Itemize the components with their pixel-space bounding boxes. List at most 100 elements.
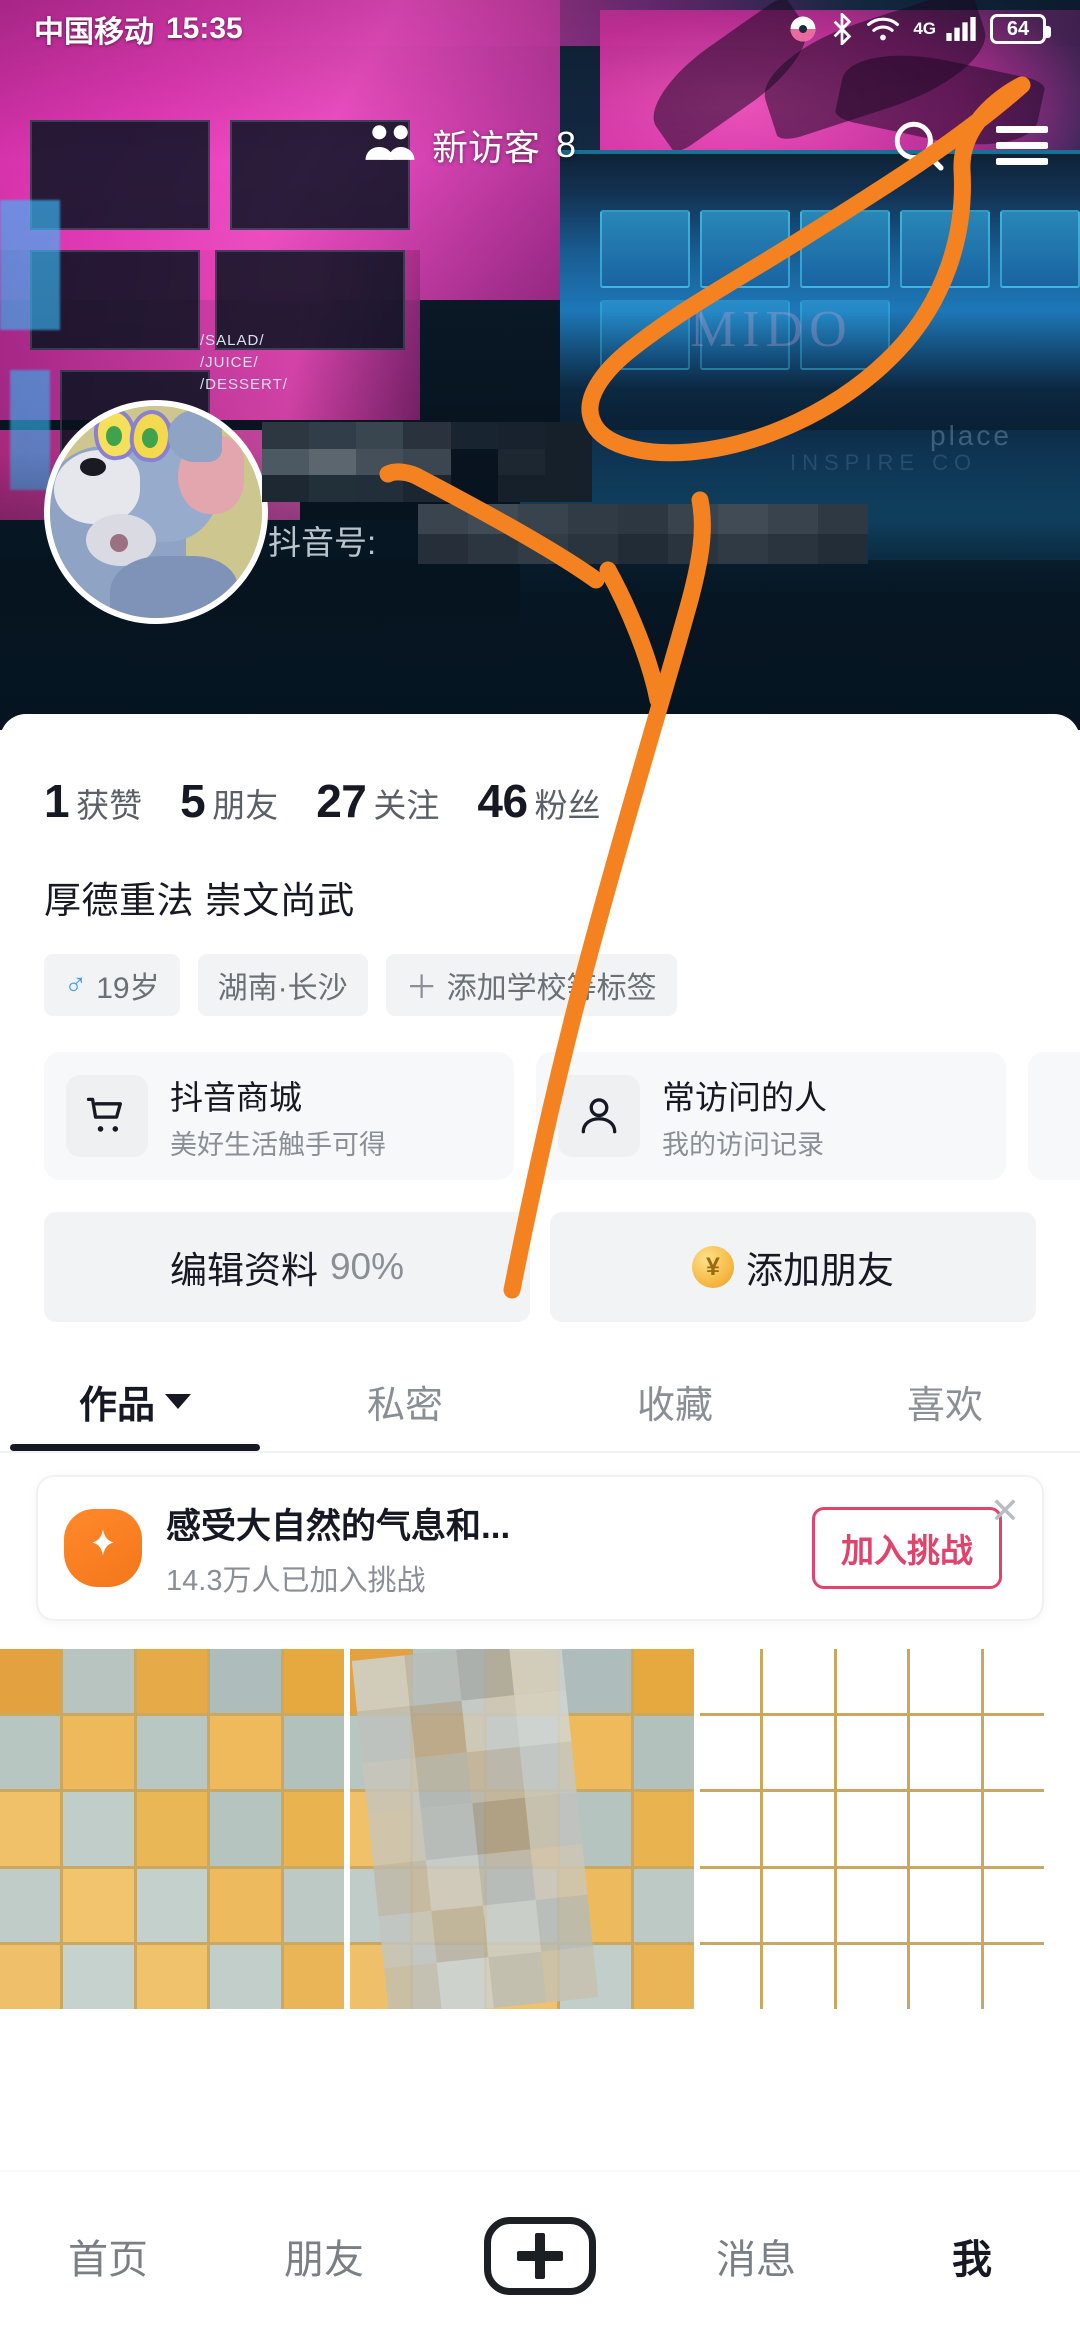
battery-level-label: 64	[1006, 17, 1030, 40]
card-subtitle: 我的访问记录	[662, 1129, 824, 1160]
profile-completion-percent: 90%	[329, 1246, 405, 1287]
sparkle-badge-icon	[64, 1509, 142, 1587]
bottom-nav-me[interactable]: 我	[864, 2227, 1080, 2285]
stat-followers[interactable]: 46 粉丝	[477, 774, 600, 828]
add-friend-button[interactable]: ¥ 添加朋友	[550, 1212, 1036, 1322]
search-icon[interactable]	[888, 115, 948, 175]
tab-label: 收藏	[636, 1385, 713, 1427]
stat-friends[interactable]: 5 朋友	[180, 774, 278, 828]
people-icon	[364, 122, 416, 169]
coin-symbol: ¥	[706, 1252, 720, 1281]
status-bar: 中国移动 15:35 4G 64	[0, 0, 1080, 58]
card-title: 常访问的人	[662, 1078, 827, 1116]
edit-profile-button[interactable]: 编辑资料 90%	[44, 1212, 530, 1322]
hamburger-menu-icon[interactable]	[992, 115, 1052, 175]
top-nav-actions	[888, 115, 1052, 175]
username-block[interactable]: 愿	[262, 422, 592, 505]
tag-label: 添加学校等标签	[446, 972, 657, 1005]
new-visitors-button[interactable]: 新访客 8	[184, 119, 576, 171]
join-challenge-button[interactable]: 加入挑战	[812, 1507, 1002, 1589]
bottom-nav-messages[interactable]: 消息	[648, 2227, 864, 2285]
stat-value: 27	[316, 775, 367, 827]
video-thumbnail[interactable]	[700, 1649, 1044, 2009]
active-tab-indicator	[10, 1444, 260, 1451]
stat-value: 5	[180, 775, 206, 827]
card-subtitle: 美好生活触手可得	[170, 1129, 386, 1160]
carrier-label: 中国移动	[34, 16, 154, 49]
card-next-peek[interactable]	[1028, 1052, 1080, 1180]
bio-text[interactable]: 厚德重法 崇文尚武	[0, 828, 1080, 924]
profile-content-sheet: 1 获赞 5 朋友 27 关注 46 粉丝 厚德重法 崇文尚武 ♂ 19岁 湖南…	[0, 714, 1080, 2340]
tags-row: ♂ 19岁 湖南·长沙 ＋ 添加学校等标签	[0, 924, 1080, 1016]
video-thumbnail[interactable]	[350, 1649, 694, 2009]
tag-label: 湖南·长沙	[217, 972, 348, 1005]
tag-label: 19岁	[96, 972, 160, 1005]
content-tabs: 作品 私密 收藏 喜欢	[0, 1374, 1080, 1451]
bottom-nav-home[interactable]: 首页	[0, 2227, 216, 2285]
thumbnail-tiles	[700, 1649, 1044, 2009]
status-bar-right: 4G 64	[788, 13, 1051, 45]
entry-cards-row: 抖音商城 美好生活触手可得 常访问的人 我的访问记录	[0, 1016, 1080, 1180]
challenge-participants: 14.3万人已加入挑战	[166, 1564, 426, 1597]
thumbnail-mosaic-overlay	[351, 1649, 599, 2009]
status-bar-left: 中国移动 15:35	[34, 7, 243, 51]
tag-age-gender[interactable]: ♂ 19岁	[44, 954, 180, 1016]
challenge-text: 感受大自然的气息和... 14.3万人已加入挑战	[166, 1498, 510, 1599]
thumbnail-tiles	[0, 1649, 344, 2009]
douyin-id-mosaic-overlay	[418, 504, 868, 564]
new-visitors-count: 8	[556, 124, 577, 165]
tag-location[interactable]: 湖南·长沙	[197, 954, 368, 1016]
wifi-icon	[866, 15, 900, 43]
new-visitors-label: 新访客	[431, 127, 540, 168]
challenge-title: 感受大自然的气息和...	[166, 1506, 511, 1546]
card-frequent-visitors[interactable]: 常访问的人 我的访问记录	[536, 1052, 1006, 1180]
video-grid	[0, 1649, 1080, 2009]
bluetooth-icon	[831, 13, 853, 45]
tom-cat-avatar-art	[50, 406, 262, 618]
person-icon	[558, 1075, 640, 1157]
add-friend-label: 添加朋友	[746, 1250, 894, 1291]
challenge-banner[interactable]: 感受大自然的气息和... 14.3万人已加入挑战 加入挑战 ✕	[36, 1475, 1044, 1621]
shopping-cart-icon	[66, 1075, 148, 1157]
clock-label: 15:35	[166, 12, 243, 45]
yen-coin-icon: ¥	[692, 1246, 734, 1288]
stat-value: 46	[477, 775, 528, 827]
douyin-id-label: 抖音号:	[268, 524, 377, 561]
stat-value: 1	[44, 775, 70, 827]
tabs-divider	[0, 1451, 1080, 1453]
card-douyin-mall[interactable]: 抖音商城 美好生活触手可得	[44, 1052, 514, 1180]
card-text: 抖音商城 美好生活触手可得	[170, 1071, 386, 1162]
tab-label: 喜欢	[906, 1385, 983, 1427]
douyin-profile-screen: /SALAD/ /JUICE/ /DESSERT/ MIDO place INS…	[0, 0, 1080, 2340]
tab-favorites[interactable]: 收藏	[540, 1374, 810, 1451]
douyin-id-row[interactable]: 抖音号:	[268, 504, 868, 564]
bottom-nav-friends[interactable]: 朋友	[216, 2227, 432, 2285]
profile-top-nav: 新访客 8	[0, 100, 1080, 190]
tab-likes[interactable]: 喜欢	[810, 1374, 1080, 1451]
stat-following[interactable]: 27 关注	[316, 774, 439, 828]
stat-label: 粉丝	[534, 787, 601, 824]
stat-likes[interactable]: 1 获赞	[44, 774, 142, 828]
tab-works[interactable]: 作品	[0, 1374, 270, 1451]
card-title: 抖音商城	[170, 1078, 302, 1116]
chevron-down-icon	[165, 1394, 191, 1409]
tag-add-school[interactable]: ＋ 添加学校等标签	[385, 954, 677, 1016]
stat-label: 获赞	[76, 787, 143, 824]
network-type-label: 4G	[913, 19, 936, 38]
close-icon[interactable]: ✕	[990, 1493, 1020, 1529]
edit-profile-label: 编辑资料	[169, 1250, 318, 1291]
avatar[interactable]	[44, 400, 268, 624]
stats-row: 1 获赞 5 朋友 27 关注 46 粉丝	[0, 714, 1080, 828]
create-plus-icon	[484, 2217, 596, 2295]
eye-icon	[788, 14, 818, 44]
bottom-nav-create[interactable]	[432, 2217, 648, 2295]
action-buttons-row: 编辑资料 90% ¥ 添加朋友	[0, 1180, 1080, 1322]
tab-private[interactable]: 私密	[270, 1374, 540, 1451]
male-gender-icon: ♂	[64, 967, 88, 1002]
card-text: 常访问的人 我的访问记录	[662, 1071, 827, 1162]
bottom-nav-bar: 首页 朋友 消息 我	[0, 2170, 1080, 2340]
video-thumbnail[interactable]	[0, 1649, 344, 2009]
battery-icon: 64	[990, 14, 1051, 44]
username-mosaic-overlay	[262, 422, 592, 502]
signal-icon	[945, 15, 977, 43]
